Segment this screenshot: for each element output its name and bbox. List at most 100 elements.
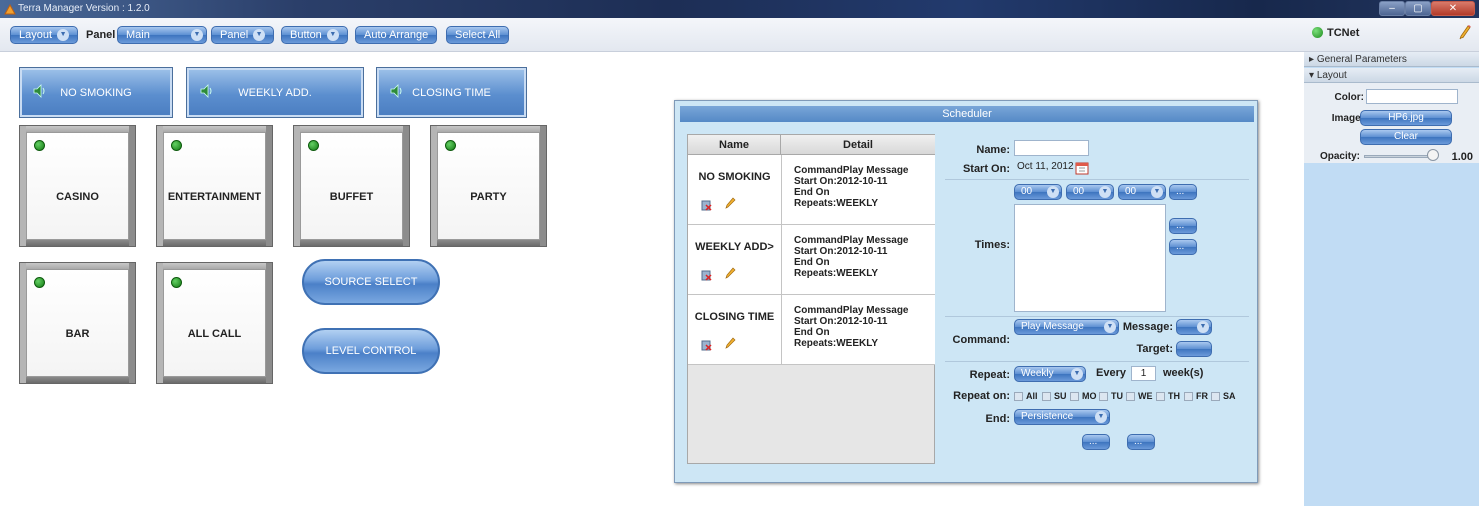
every-field[interactable]: 1 xyxy=(1131,366,1156,381)
cancel-button[interactable]: ... xyxy=(1127,434,1155,450)
name-field[interactable] xyxy=(1014,140,1089,156)
opacity-value: 1.00 xyxy=(1451,151,1473,163)
layout-section-header[interactable]: ▾ Layout xyxy=(1304,68,1479,83)
detail-line: End On xyxy=(794,257,830,268)
second-value: 00 xyxy=(1125,186,1137,197)
ok-button[interactable]: ... xyxy=(1082,434,1110,450)
command-select[interactable]: Play Message ▼ xyxy=(1014,319,1119,335)
zone-bevel xyxy=(20,126,135,132)
source-select-button[interactable]: SOURCE SELECT xyxy=(302,259,440,305)
calendar-icon[interactable] xyxy=(1075,161,1089,175)
layout-dropdown[interactable]: Layout ▼ xyxy=(10,26,79,44)
weekly-add-button[interactable]: WEEKLY ADD. xyxy=(186,67,364,118)
zone-bar-button[interactable]: BAR xyxy=(19,262,136,384)
maximize-button[interactable]: ▢ xyxy=(1405,1,1431,16)
auto-arrange-button[interactable]: Auto Arrange xyxy=(355,26,438,44)
column-divider xyxy=(781,155,782,224)
button-dropdown[interactable]: Button ▼ xyxy=(281,26,348,44)
panel-dropdown[interactable]: Panel ▼ xyxy=(211,26,275,44)
zone-party-button[interactable]: PARTY xyxy=(430,125,547,247)
zone-casino-button[interactable]: CASINO xyxy=(19,125,136,247)
close-button[interactable]: ✕ xyxy=(1431,1,1475,16)
zone-bevel xyxy=(157,126,272,132)
target-button[interactable] xyxy=(1176,341,1212,357)
zone-bevel xyxy=(157,263,272,269)
zone-entertainment-button[interactable]: ENTERTAINMENT xyxy=(156,125,273,247)
row-name: WEEKLY ADD> xyxy=(695,241,774,253)
connection-label: TCNet xyxy=(1327,27,1360,39)
delete-icon[interactable] xyxy=(700,269,712,281)
zone-buffet-button[interactable]: BUFFET xyxy=(293,125,410,247)
times-remove-button[interactable]: ... xyxy=(1169,239,1197,255)
second-select[interactable]: 00 ▼ xyxy=(1118,184,1166,200)
zone-bevel xyxy=(20,240,135,246)
clear-image-button[interactable]: Clear xyxy=(1360,129,1452,145)
day-checkbox-th[interactable] xyxy=(1156,392,1165,401)
general-parameters-title: General Parameters xyxy=(1316,54,1407,65)
opacity-slider-track[interactable] xyxy=(1364,155,1432,158)
column-header-detail[interactable]: Detail xyxy=(781,135,935,155)
day-checkbox-mo[interactable] xyxy=(1070,392,1079,401)
edit-icon[interactable] xyxy=(724,267,736,280)
minute-select[interactable]: 00 ▼ xyxy=(1066,184,1114,200)
scheduler-title: Scheduler xyxy=(680,106,1254,122)
section-divider xyxy=(945,361,1249,362)
select-all-button[interactable]: Select All xyxy=(446,26,510,44)
table-row[interactable]: WEEKLY ADD> CommandPlay Message Start On… xyxy=(688,225,935,295)
times-list[interactable] xyxy=(1014,204,1166,312)
chevron-down-icon: ▼ xyxy=(1071,368,1083,380)
level-control-button[interactable]: LEVEL CONTROL xyxy=(302,328,440,374)
add-time-button[interactable]: ... xyxy=(1169,184,1197,200)
zone-bevel xyxy=(540,126,546,246)
zone-label: CASINO xyxy=(56,191,99,203)
day-checkbox-tu[interactable] xyxy=(1099,392,1108,401)
panel-dropdown-label: Panel xyxy=(220,29,249,41)
zone-bevel xyxy=(266,126,272,246)
zone-status-led xyxy=(171,277,182,288)
name-label: Name: xyxy=(976,144,1010,156)
end-select[interactable]: Persistence ▼ xyxy=(1014,409,1110,425)
message-select[interactable]: ▼ xyxy=(1176,319,1212,335)
no-smoking-label: NO SMOKING xyxy=(60,87,132,99)
times-edit-button[interactable]: ... xyxy=(1169,218,1197,234)
section-divider xyxy=(945,179,1249,180)
window-title: Terra Manager Version : 1.2.0 xyxy=(18,3,150,14)
day-label: All xyxy=(1026,391,1038,401)
start-on-date-field[interactable]: Oct 11, 2012 xyxy=(1014,160,1074,176)
day-checkbox-sa[interactable] xyxy=(1211,392,1220,401)
day-checkbox-su[interactable] xyxy=(1042,392,1051,401)
day-checkbox-we[interactable] xyxy=(1126,392,1135,401)
row-detail: CommandPlay Message Start On:2012-10-11 … xyxy=(794,235,909,279)
delete-icon[interactable] xyxy=(700,339,712,351)
detail-line: End On xyxy=(794,327,830,338)
edit-icon[interactable] xyxy=(724,197,736,210)
closing-time-button[interactable]: CLOSING TIME xyxy=(376,67,527,118)
table-row[interactable]: CLOSING TIME CommandPlay Message Start O… xyxy=(688,295,935,365)
day-label: TH xyxy=(1168,391,1180,401)
zone-all-call-button[interactable]: ALL CALL xyxy=(156,262,273,384)
image-select-button[interactable]: HP6.jpg xyxy=(1360,110,1452,126)
repeat-select[interactable]: Weekly ▼ xyxy=(1014,366,1086,382)
section-divider xyxy=(945,316,1249,317)
day-checkbox-fr[interactable] xyxy=(1184,392,1193,401)
table-row[interactable]: NO SMOKING CommandPlay Message Start On:… xyxy=(688,155,935,225)
weeks-label: week(s) xyxy=(1163,367,1204,379)
general-parameters-header[interactable]: ▸ General Parameters xyxy=(1304,52,1479,67)
detail-line: CommandPlay Message xyxy=(794,165,909,176)
main-panel-select[interactable]: Main ▼ xyxy=(117,26,207,44)
day-checkbox-all[interactable] xyxy=(1014,392,1023,401)
minimize-button[interactable]: – xyxy=(1379,1,1405,16)
delete-icon[interactable] xyxy=(700,199,712,211)
opacity-slider-handle[interactable] xyxy=(1427,149,1439,161)
edit-icon[interactable] xyxy=(724,337,736,350)
zone-status-led xyxy=(34,140,45,151)
color-field[interactable] xyxy=(1366,89,1458,104)
no-smoking-button[interactable]: NO SMOKING xyxy=(19,67,173,118)
zone-label: ENTERTAINMENT xyxy=(167,191,262,203)
pencil-icon[interactable] xyxy=(1458,24,1472,40)
hour-select[interactable]: 00 ▼ xyxy=(1014,184,1062,200)
button-dropdown-label: Button xyxy=(290,29,322,41)
repeat-on-label: Repeat on: xyxy=(953,390,1010,402)
column-header-name[interactable]: Name xyxy=(688,135,781,155)
day-label: SU xyxy=(1054,391,1067,401)
